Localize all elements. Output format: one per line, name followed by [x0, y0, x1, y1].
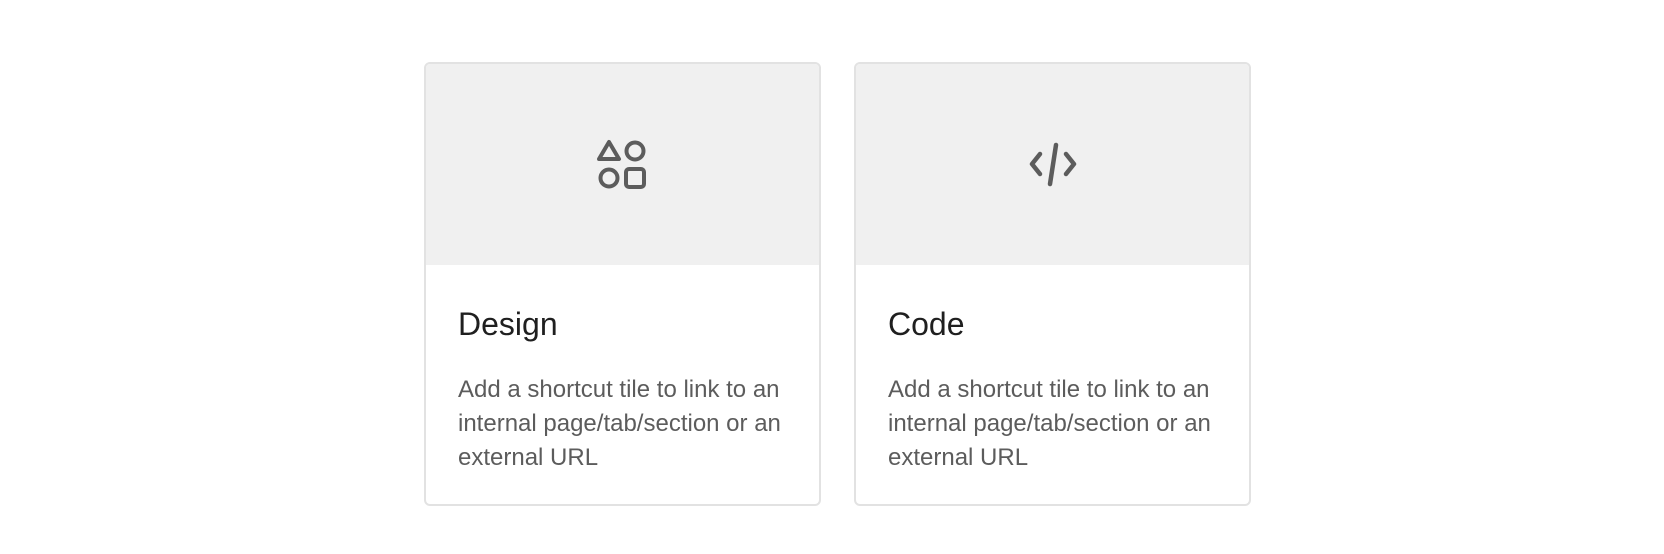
- tile-description: Add a shortcut tile to link to an intern…: [458, 376, 781, 471]
- tile-banner: [856, 64, 1249, 265]
- code-icon: [1027, 139, 1079, 191]
- shapes-icon: [596, 139, 649, 191]
- shortcut-tiles: Design Add a shortcut tile to link to an…: [424, 62, 1251, 506]
- tile-description: Add a shortcut tile to link to an intern…: [888, 376, 1211, 471]
- tile-body: Design Add a shortcut tile to link to an…: [426, 305, 819, 475]
- shortcut-tile-design[interactable]: Design Add a shortcut tile to link to an…: [424, 62, 821, 506]
- tile-body: Code Add a shortcut tile to link to an i…: [856, 305, 1249, 475]
- tile-title: Code: [888, 306, 965, 342]
- tile-title: Design: [458, 306, 558, 342]
- shortcut-tile-code[interactable]: Code Add a shortcut tile to link to an i…: [854, 62, 1251, 506]
- tile-banner: [426, 64, 819, 265]
